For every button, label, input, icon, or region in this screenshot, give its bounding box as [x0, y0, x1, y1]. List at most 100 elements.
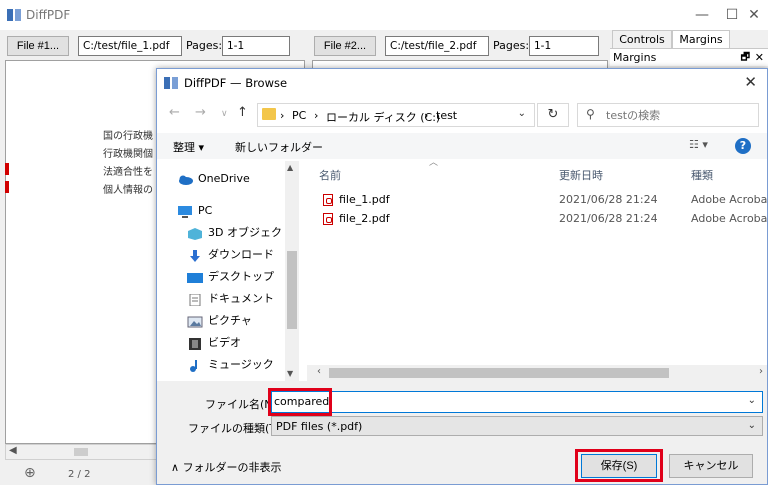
column-header-modified[interactable]: 更新日時 — [559, 167, 603, 183]
file-type: Adobe Acrobat D — [691, 212, 768, 225]
diff-marker — [5, 181, 9, 193]
video-icon — [187, 337, 203, 350]
forward-icon[interactable]: → — [195, 105, 206, 120]
chevron-down-icon[interactable]: ⌄ — [518, 108, 526, 119]
float-icon[interactable]: 🗗 — [741, 49, 750, 67]
filename-input[interactable]: compared ⌄ — [271, 391, 763, 413]
maximize-icon[interactable]: ☐ — [722, 5, 742, 25]
minimize-icon[interactable]: — — [692, 5, 712, 25]
search-box[interactable]: ⚲ — [577, 103, 759, 127]
list-item[interactable]: file_2.pdf 2021/06/28 21:24 Adobe Acroba… — [307, 210, 767, 228]
close-icon[interactable]: ✕ — [744, 73, 757, 91]
nav-pane-scrollbar[interactable]: ▲ ▼ — [285, 161, 299, 381]
new-folder-button[interactable]: 新しいフォルダー — [235, 139, 323, 155]
nav-item-label: デスクトップ — [208, 270, 274, 283]
download-icon — [187, 249, 203, 262]
scroll-thumb[interactable] — [74, 448, 88, 456]
nav-item-downloads[interactable]: ダウンロード — [187, 245, 299, 265]
scroll-down-icon[interactable]: ▼ — [287, 369, 293, 378]
file2-path-field[interactable]: C:/test/file_2.pdf — [385, 36, 489, 56]
text-line: 法適合性を — [103, 167, 153, 178]
cancel-button[interactable]: キャンセル — [669, 454, 753, 478]
search-input[interactable] — [606, 107, 754, 123]
hide-folders-toggle[interactable]: ∧ フォルダーの非表示 — [171, 459, 282, 475]
address-bar[interactable]: › PC › ローカル ディスク (C:) › test ⌄ — [257, 103, 535, 127]
file-list-horizontal-scrollbar[interactable]: ‹ › — [307, 365, 767, 381]
column-header-type[interactable]: 種類 — [691, 167, 713, 183]
app-icon — [164, 77, 178, 89]
page-indicator: 2 / 2 — [68, 469, 91, 480]
dialog-titlebar: DiffPDF — Browse ✕ — [157, 69, 767, 97]
dialog-title: DiffPDF — Browse — [184, 76, 288, 90]
text-line: 行政機関個 — [103, 149, 153, 160]
file1-button[interactable]: File #1... — [7, 36, 69, 56]
file-modified: 2021/06/28 21:24 — [559, 212, 658, 225]
document-icon — [187, 293, 203, 307]
nav-item-documents[interactable]: ドキュメント — [187, 289, 299, 309]
nav-item-music[interactable]: ミュージック — [187, 355, 299, 375]
list-item[interactable]: file_1.pdf 2021/06/28 21:24 Adobe Acroba… — [307, 191, 767, 209]
tab-controls[interactable]: Controls — [612, 30, 672, 50]
nav-item-onedrive[interactable]: OneDrive — [177, 169, 299, 189]
dock-header: Margins 🗗 ✕ — [610, 48, 768, 66]
save-button[interactable]: 保存(S) — [581, 454, 657, 478]
refresh-icon[interactable]: ↻ — [537, 103, 569, 127]
back-icon[interactable]: ← — [169, 105, 180, 120]
file2-button[interactable]: File #2... — [314, 36, 376, 56]
text-line: 国の行政機 — [103, 131, 153, 142]
desktop-icon — [187, 271, 203, 283]
tab-margins[interactable]: Margins — [672, 30, 730, 50]
app-icon — [7, 9, 21, 21]
zoom-in-icon[interactable]: ⊕ — [24, 465, 36, 481]
recent-icon[interactable]: ∨ — [221, 109, 228, 119]
command-bar: 整理 ▾ 新しいフォルダー ☷ ▾ ? — [157, 133, 767, 159]
breadcrumb-pc[interactable]: PC — [292, 109, 306, 122]
organize-menu[interactable]: 整理 ▾ — [173, 139, 204, 155]
scroll-up-icon[interactable]: ▲ — [287, 163, 293, 172]
file1-pages-field[interactable]: 1-1 — [222, 36, 290, 56]
file-name: file_2.pdf — [339, 212, 390, 225]
dock-header-label: Margins — [613, 51, 657, 64]
dock-close-icon[interactable]: ✕ — [755, 49, 764, 67]
file2-pages-label: Pages: — [493, 39, 530, 52]
scroll-thumb[interactable] — [329, 368, 669, 378]
view-options-icon[interactable]: ☷ ▾ — [689, 138, 708, 151]
navigation-bar: ← → ∨ ↑ › PC › ローカル ディスク (C:) › test ⌄ ↻… — [157, 101, 767, 127]
scroll-thumb[interactable] — [287, 251, 297, 329]
scroll-left-icon[interactable]: ◀ — [9, 445, 17, 456]
filename-value: compared — [274, 395, 330, 408]
nav-item-label: ドキュメント — [208, 292, 274, 305]
file1-pages-label: Pages: — [186, 39, 223, 52]
up-arrow-icon[interactable]: ↑ — [237, 105, 248, 120]
scroll-right-icon[interactable]: › — [759, 366, 763, 377]
nav-item-pictures[interactable]: ピクチャ — [187, 311, 299, 331]
navigation-pane: OneDrive PC 3D オブジェクト ダウンロード デスクトップ ドキュメ… — [157, 161, 299, 381]
hide-folders-label: フォルダーの非表示 — [182, 461, 282, 474]
column-header-name[interactable]: 名前 — [319, 167, 341, 183]
nav-item-label: 3D オブジェクト — [208, 226, 293, 239]
browse-dialog: DiffPDF — Browse ✕ ← → ∨ ↑ › PC › ローカル デ… — [156, 68, 768, 485]
cloud-icon — [177, 173, 193, 185]
nav-item-pc[interactable]: PC — [177, 201, 299, 221]
nav-item-videos[interactable]: ビデオ — [187, 333, 299, 353]
file1-path-field[interactable]: C:/test/file_1.pdf — [78, 36, 182, 56]
file2-pages-field[interactable]: 1-1 — [529, 36, 599, 56]
nav-item-desktop[interactable]: デスクトップ — [187, 267, 299, 287]
nav-item-label: ピクチャ — [208, 314, 252, 327]
filetype-select[interactable]: PDF files (*.pdf) ⌄ — [271, 416, 763, 436]
help-icon[interactable]: ? — [735, 138, 751, 154]
sort-arrow-icon: ︿ — [429, 158, 439, 168]
chevron-down-icon[interactable]: ⌄ — [748, 420, 756, 431]
computer-icon — [177, 205, 193, 218]
cube-icon — [187, 227, 203, 240]
close-icon[interactable]: ✕ — [744, 5, 764, 25]
file-type: Adobe Acrobat D — [691, 193, 768, 206]
chevron-up-icon: ∧ — [171, 461, 183, 474]
file-list: 名前 ︿ 更新日時 種類 file_1.pdf 2021/06/28 21:24… — [307, 158, 767, 365]
breadcrumb-test[interactable]: test — [436, 109, 457, 122]
nav-item-label: OneDrive — [198, 172, 250, 185]
chevron-down-icon[interactable]: ⌄ — [748, 395, 756, 406]
nav-item-3d-objects[interactable]: 3D オブジェクト — [187, 223, 299, 243]
file-name: file_1.pdf — [339, 193, 390, 206]
scroll-left-icon[interactable]: ‹ — [317, 366, 321, 377]
